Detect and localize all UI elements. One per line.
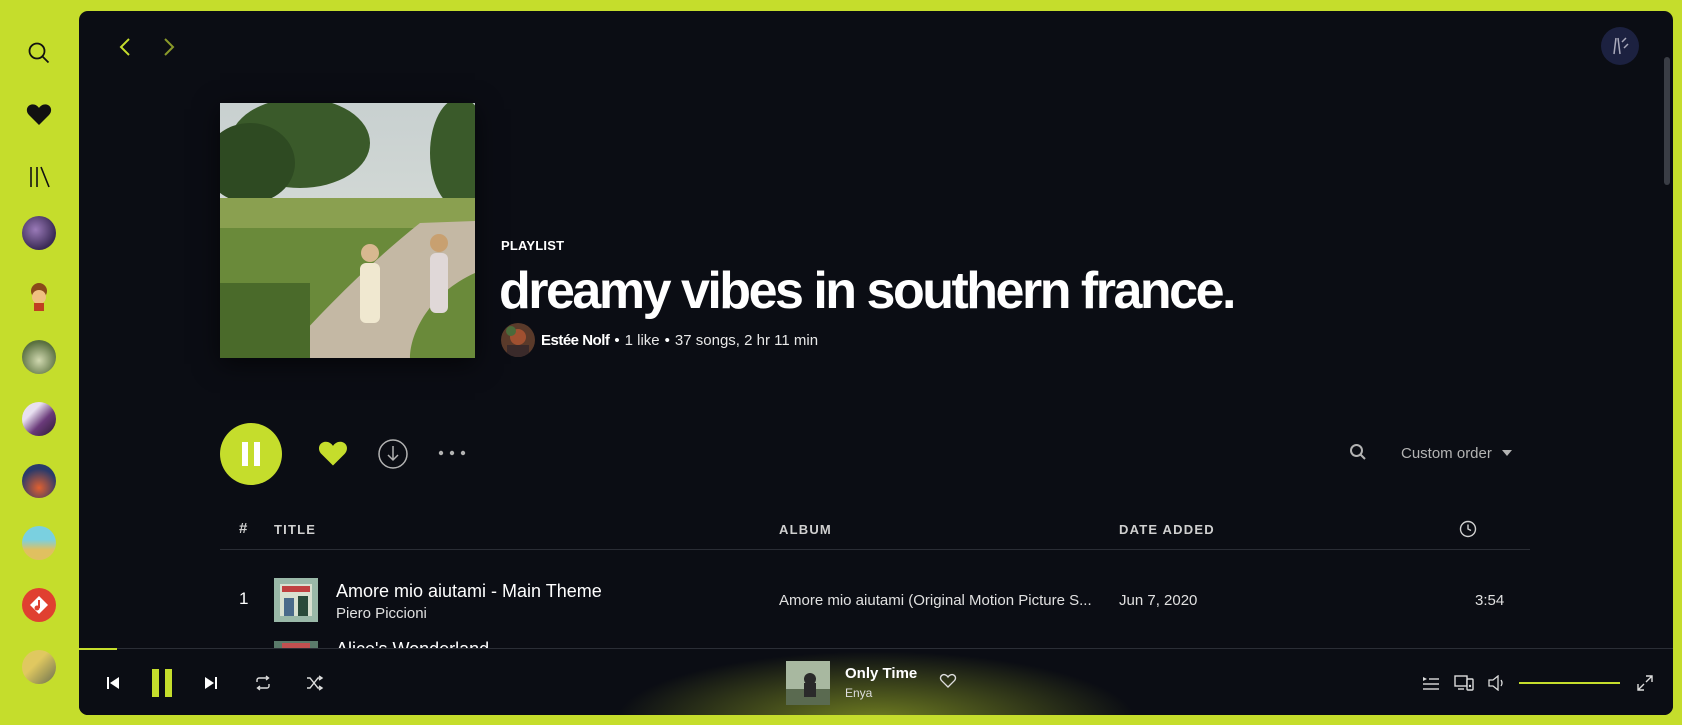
owner-name-link[interactable]: Estée Nolf: [541, 332, 610, 349]
search-icon[interactable]: [22, 36, 56, 70]
shuffle-icon[interactable]: [303, 671, 327, 695]
playlist-avatar-7[interactable]: [22, 588, 56, 622]
download-icon[interactable]: [377, 438, 409, 470]
chevron-left-icon[interactable]: [111, 33, 139, 61]
like-heart-outline-icon[interactable]: [939, 673, 959, 693]
skip-next-icon[interactable]: [199, 671, 223, 695]
playlist-cover-image: [220, 103, 475, 358]
playlist-avatar-2[interactable]: [22, 278, 56, 312]
pause-button[interactable]: [220, 423, 282, 485]
playlist-avatar-4[interactable]: [22, 402, 56, 436]
playlist-avatar-3[interactable]: [22, 340, 56, 374]
meta-separator: •: [614, 331, 620, 349]
chevron-right-icon[interactable]: [155, 33, 183, 61]
queue-icon[interactable]: [1419, 671, 1443, 695]
main-window: PLAYLIST dreamy vibes in southern france…: [79, 11, 1673, 715]
fullscreen-icon[interactable]: [1633, 671, 1657, 695]
likes-count: 1 like: [624, 331, 660, 349]
scrollbar[interactable]: [1664, 57, 1670, 185]
progress-bar[interactable]: [79, 648, 117, 650]
track-album[interactable]: Amore mio aiutami (Original Motion Pictu…: [779, 592, 1099, 609]
tracklist-search-icon[interactable]: [1349, 443, 1369, 463]
liked-heart-icon[interactable]: [316, 437, 350, 471]
track-title[interactable]: Alice's Wonderland: [336, 639, 489, 648]
now-playing-title[interactable]: Only Time: [845, 665, 917, 682]
track-artist[interactable]: Piero Piccioni: [336, 605, 427, 622]
heart-icon[interactable]: [22, 98, 56, 132]
playlist-avatar-5[interactable]: [22, 464, 56, 498]
user-avatar[interactable]: [1601, 27, 1639, 65]
column-header-number: #: [239, 520, 249, 537]
meta-separator: •: [664, 331, 670, 349]
player-bar: Only Time Enya: [79, 648, 1673, 715]
volume-slider[interactable]: [1519, 682, 1620, 684]
volume-icon[interactable]: [1485, 671, 1509, 695]
track-number: 1: [239, 589, 249, 608]
header-divider: [220, 549, 1530, 550]
column-header-date-added[interactable]: DATE ADDED: [1119, 522, 1215, 537]
songs-summary: 37 songs, 2 hr 11 min: [674, 331, 819, 349]
repeat-icon[interactable]: [251, 671, 275, 695]
playlist-type-label: PLAYLIST: [501, 238, 565, 253]
caret-down-icon: [1501, 450, 1512, 456]
column-header-album[interactable]: ALBUM: [779, 522, 832, 537]
column-header-title[interactable]: TITLE: [274, 522, 316, 537]
track-duration: 3:54: [1475, 592, 1505, 609]
playlist-meta: Estée Nolf • 1 like • 37 songs, 2 hr 11 …: [501, 323, 818, 357]
left-sidebar: [0, 0, 79, 725]
playlist-avatar-6[interactable]: [22, 526, 56, 560]
owner-avatar[interactable]: [501, 323, 535, 357]
now-playing-artist[interactable]: Enya: [845, 686, 872, 700]
track-album-art: [274, 638, 318, 648]
sort-label: Custom order: [1401, 444, 1492, 462]
playlist-avatar-8[interactable]: [22, 650, 56, 684]
connect-device-icon[interactable]: [1452, 671, 1476, 695]
playlist-avatar-1[interactable]: [22, 216, 56, 250]
skip-previous-icon[interactable]: [101, 671, 125, 695]
more-options-icon[interactable]: [437, 441, 467, 465]
playlist-title: dreamy vibes in southern france.: [499, 262, 1236, 320]
library-icon[interactable]: [22, 160, 56, 194]
now-playing-album-art[interactable]: [786, 661, 830, 705]
track-date-added: Jun 7, 2020: [1119, 592, 1198, 609]
track-title[interactable]: Amore mio aiutami - Main Theme: [336, 581, 602, 602]
clock-icon: [1459, 520, 1477, 543]
sort-dropdown[interactable]: Custom order: [1401, 443, 1512, 463]
track-album-art: [274, 578, 318, 622]
pause-icon[interactable]: [146, 667, 178, 699]
